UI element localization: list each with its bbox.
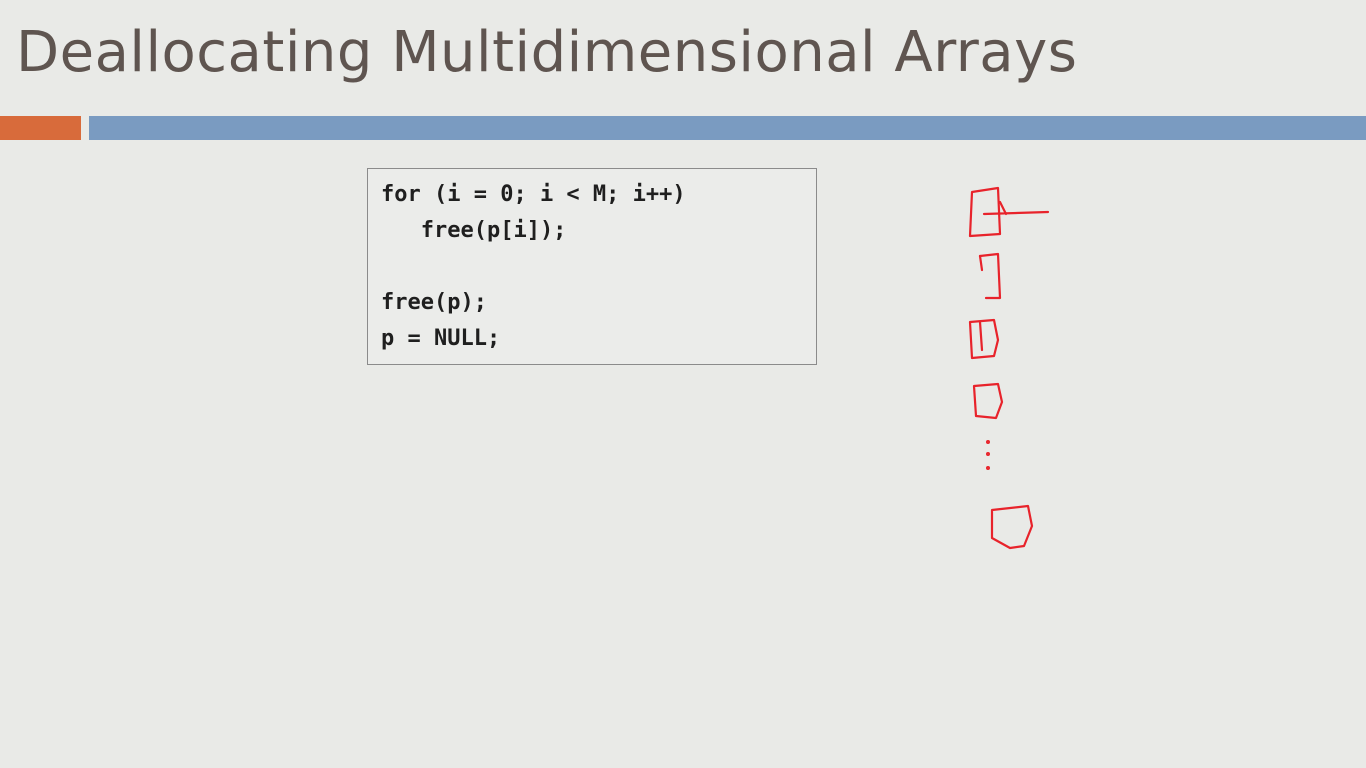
memory-box [990, 504, 1034, 550]
memory-box [968, 318, 1000, 360]
ellipsis-dot [985, 452, 990, 457]
handwritten-array-of-boxes-icon [968, 186, 1050, 550]
code-line: free(p[i]); [381, 218, 567, 243]
ellipsis-dot [985, 466, 990, 471]
slide-title: Deallocating Multidimensional Arrays [16, 20, 1078, 85]
code-block: for (i = 0; i < M; i++) free(p[i]); free… [367, 168, 817, 365]
memory-box [972, 382, 1004, 420]
accent-bar-blue [89, 116, 1366, 140]
code-line: p = NULL; [381, 326, 501, 351]
pointer-arrow [982, 200, 1050, 216]
code-line: free(p); [381, 290, 487, 315]
accent-bar-orange [0, 116, 81, 140]
memory-box [968, 186, 1002, 238]
ellipsis-dot [985, 440, 990, 445]
code-line: for (i = 0; i < M; i++) [381, 182, 686, 207]
memory-box [978, 252, 1002, 300]
